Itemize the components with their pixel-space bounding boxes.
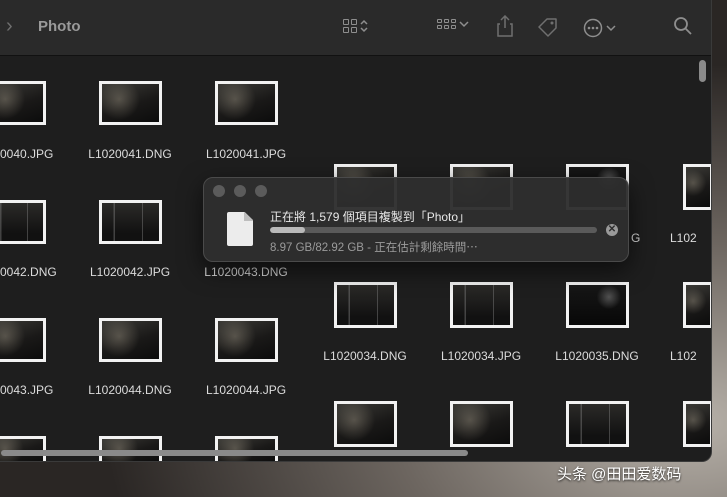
scrollbar-knob[interactable] — [699, 60, 706, 82]
file-name[interactable]: L1020044.JPG — [181, 383, 311, 397]
minimize-window-button[interactable] — [234, 185, 246, 197]
file-thumbnail[interactable] — [450, 401, 513, 447]
close-window-button[interactable] — [213, 185, 225, 197]
tag-icon — [538, 18, 557, 37]
file-name[interactable]: L1020035.DNG — [532, 349, 662, 363]
file-thumbnail[interactable] — [99, 200, 162, 244]
window-title: Photo — [38, 18, 81, 35]
group-grid-icon — [437, 19, 456, 29]
ellipsis-circle-icon — [583, 18, 603, 38]
window-controls — [213, 185, 267, 197]
file-name[interactable]: L1020041.JPG — [181, 147, 311, 161]
file-thumbnail[interactable] — [450, 282, 513, 328]
file-thumbnail[interactable] — [0, 318, 46, 362]
file-name[interactable]: L1020034.DNG — [300, 349, 430, 363]
scrollbar-knob[interactable] — [1, 450, 468, 456]
cancel-copy-button[interactable]: ✕ — [606, 224, 618, 236]
watermark: 头条 @田田爱数码 — [557, 466, 682, 483]
view-mode-button[interactable] — [343, 19, 368, 33]
file-thumbnail[interactable] — [215, 318, 278, 362]
file-thumbnail[interactable] — [334, 401, 397, 447]
file-name[interactable]: L1020043.DNG — [181, 265, 311, 279]
file-name[interactable]: G — [631, 231, 651, 245]
share-icon — [497, 15, 513, 37]
file-thumbnail[interactable] — [0, 200, 46, 244]
copy-progress-dialog: 正在將 1,579 個項目複製到「Photo」 ✕ 8.97 GB/82.92 … — [203, 177, 629, 262]
file-name[interactable]: L1020044.DNG — [65, 383, 195, 397]
forward-chevron-icon[interactable]: › — [6, 15, 13, 38]
copy-status: 8.97 GB/82.92 GB - 正在估計剩餘時間⋯ — [270, 242, 478, 254]
grid-icon — [343, 19, 357, 33]
progress-fill — [270, 227, 306, 233]
zoom-window-button[interactable] — [255, 185, 267, 197]
file-thumbnail[interactable] — [683, 282, 711, 328]
vertical-scrollbar[interactable] — [699, 58, 706, 438]
file-thumbnail[interactable] — [683, 164, 711, 210]
tag-button[interactable] — [537, 17, 559, 37]
file-name[interactable]: L1020034.JPG — [416, 349, 546, 363]
toolbar: › Photo — [0, 0, 711, 56]
chevron-down-icon — [606, 25, 616, 32]
search-icon — [674, 17, 692, 35]
share-button[interactable] — [497, 15, 513, 37]
file-thumbnail[interactable] — [99, 318, 162, 362]
file-name[interactable]: L1020042.JPG — [65, 265, 195, 279]
file-thumbnail[interactable] — [99, 81, 162, 125]
progress-bar — [270, 227, 597, 233]
file-thumbnail[interactable] — [334, 282, 397, 328]
file-thumbnail[interactable] — [215, 81, 278, 125]
more-actions-button[interactable] — [583, 18, 616, 38]
up-down-chevron-icon — [360, 19, 368, 33]
file-name[interactable]: L1020041.DNG — [65, 147, 195, 161]
horizontal-scrollbar[interactable] — [0, 448, 700, 457]
document-icon — [227, 212, 253, 246]
file-thumbnail[interactable] — [566, 401, 629, 447]
file-thumbnail[interactable] — [683, 401, 711, 447]
search-button[interactable] — [673, 16, 693, 36]
group-button[interactable] — [437, 19, 469, 29]
copy-title: 正在將 1,579 個項目複製到「Photo」 — [270, 210, 471, 224]
file-thumbnail[interactable] — [566, 282, 629, 328]
file-thumbnail[interactable] — [0, 81, 46, 125]
chevron-down-icon — [459, 21, 469, 28]
